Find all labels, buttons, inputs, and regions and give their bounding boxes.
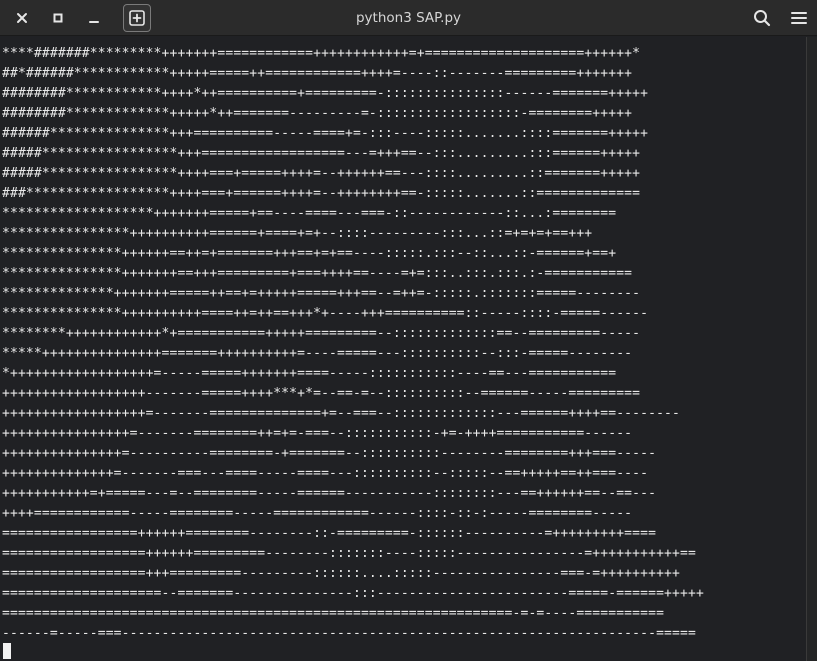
new-tab-button[interactable] <box>123 4 151 32</box>
close-icon <box>16 12 28 24</box>
search-icon <box>753 9 771 27</box>
menu-button[interactable] <box>787 6 811 30</box>
ascii-art-output: ****#######*********+++++++============+… <box>2 46 704 641</box>
text-cursor <box>3 643 11 659</box>
minimize-button[interactable] <box>82 6 106 30</box>
hamburger-menu-icon <box>791 11 807 25</box>
terminal-output-area[interactable]: ****#######*********+++++++============+… <box>0 37 806 661</box>
title-bar: python3 SAP.py <box>0 0 817 36</box>
scrollbar[interactable] <box>806 37 817 661</box>
minimize-icon <box>88 12 100 24</box>
terminal-window: python3 SAP.py ****#######*********+++++… <box>0 0 817 661</box>
maximize-icon <box>53 13 63 23</box>
search-button[interactable] <box>750 6 774 30</box>
new-tab-icon <box>129 10 145 26</box>
maximize-button[interactable] <box>46 6 70 30</box>
close-button[interactable] <box>10 6 34 30</box>
